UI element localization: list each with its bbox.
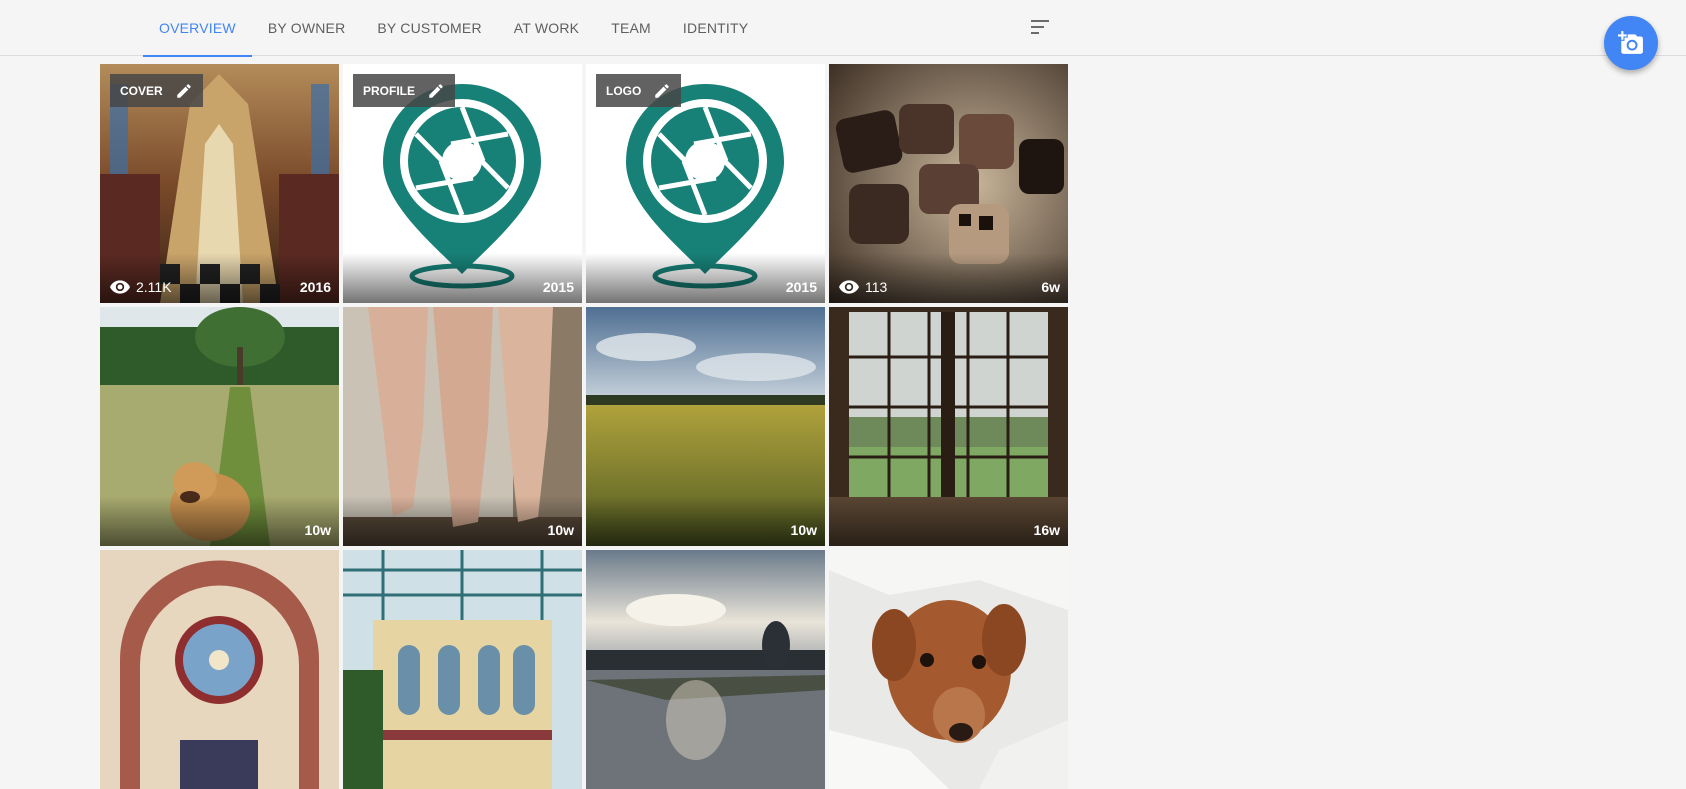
photo-rose-window — [100, 550, 339, 789]
view-count: 113 — [865, 279, 888, 295]
edit-icon — [655, 83, 670, 98]
tab-by-owner[interactable]: BY OWNER — [252, 0, 362, 56]
photo-age: 6w — [1041, 279, 1060, 295]
photo-lake — [586, 550, 825, 789]
chip-label: LOGO — [606, 83, 642, 98]
add-photo-icon — [1618, 31, 1643, 54]
photo-age: 10w — [304, 522, 331, 538]
photo-tile[interactable]: 10w — [343, 307, 582, 546]
tab-at-work[interactable]: AT WORK — [498, 0, 595, 56]
photo-tile[interactable]: LOGO 2015 — [586, 64, 825, 303]
photo-tile[interactable] — [586, 550, 825, 789]
photo-tile[interactable]: PROFILE 2015 — [343, 64, 582, 303]
add-photo-button[interactable] — [1604, 16, 1658, 70]
photo-tile[interactable] — [829, 550, 1068, 789]
tab-identity[interactable]: IDENTITY — [667, 0, 764, 56]
photo-age: 10w — [790, 522, 817, 538]
eye-icon — [839, 280, 859, 294]
photo-grid: COVER 2.11K 2016 PROFILE 2015 LOGO 2015 … — [100, 64, 1068, 789]
photo-tile[interactable]: 113 6w — [829, 64, 1068, 303]
tab-team[interactable]: TEAM — [595, 0, 667, 56]
photo-age: 10w — [547, 522, 574, 538]
photo-age: 16w — [1033, 522, 1060, 538]
view-count: 2.11K — [136, 279, 172, 295]
photo-tile[interactable] — [343, 550, 582, 789]
tab-by-customer[interactable]: BY CUSTOMER — [361, 0, 497, 56]
logo-chip[interactable]: LOGO — [596, 74, 682, 107]
photo-age: 2015 — [785, 279, 817, 295]
tab-overview[interactable]: OVERVIEW — [143, 0, 252, 57]
tab-bar: OVERVIEW BY OWNER BY CUSTOMER AT WORK TE… — [143, 0, 764, 57]
photo-glasshouse — [343, 550, 582, 789]
photo-tile[interactable] — [100, 550, 339, 789]
edit-icon — [429, 83, 443, 98]
photo-tile[interactable]: 16w — [829, 307, 1068, 546]
chip-label: COVER — [120, 83, 163, 98]
profile-chip[interactable]: PROFILE — [353, 74, 456, 107]
top-bar: OVERVIEW BY OWNER BY CUSTOMER AT WORK TE… — [0, 0, 1686, 57]
chip-label: PROFILE — [363, 83, 416, 98]
photo-dog-bed — [829, 550, 1068, 789]
photo-tile[interactable]: COVER 2.11K 2016 — [100, 64, 339, 303]
edit-icon — [176, 83, 191, 98]
photo-age: 2015 — [542, 279, 574, 295]
cover-chip[interactable]: COVER — [110, 74, 203, 107]
photo-tile[interactable]: 10w — [586, 307, 825, 546]
sort-icon[interactable] — [1031, 20, 1055, 38]
photo-tile[interactable]: 10w — [100, 307, 339, 546]
photo-age: 2016 — [299, 279, 331, 295]
eye-icon — [110, 280, 130, 294]
